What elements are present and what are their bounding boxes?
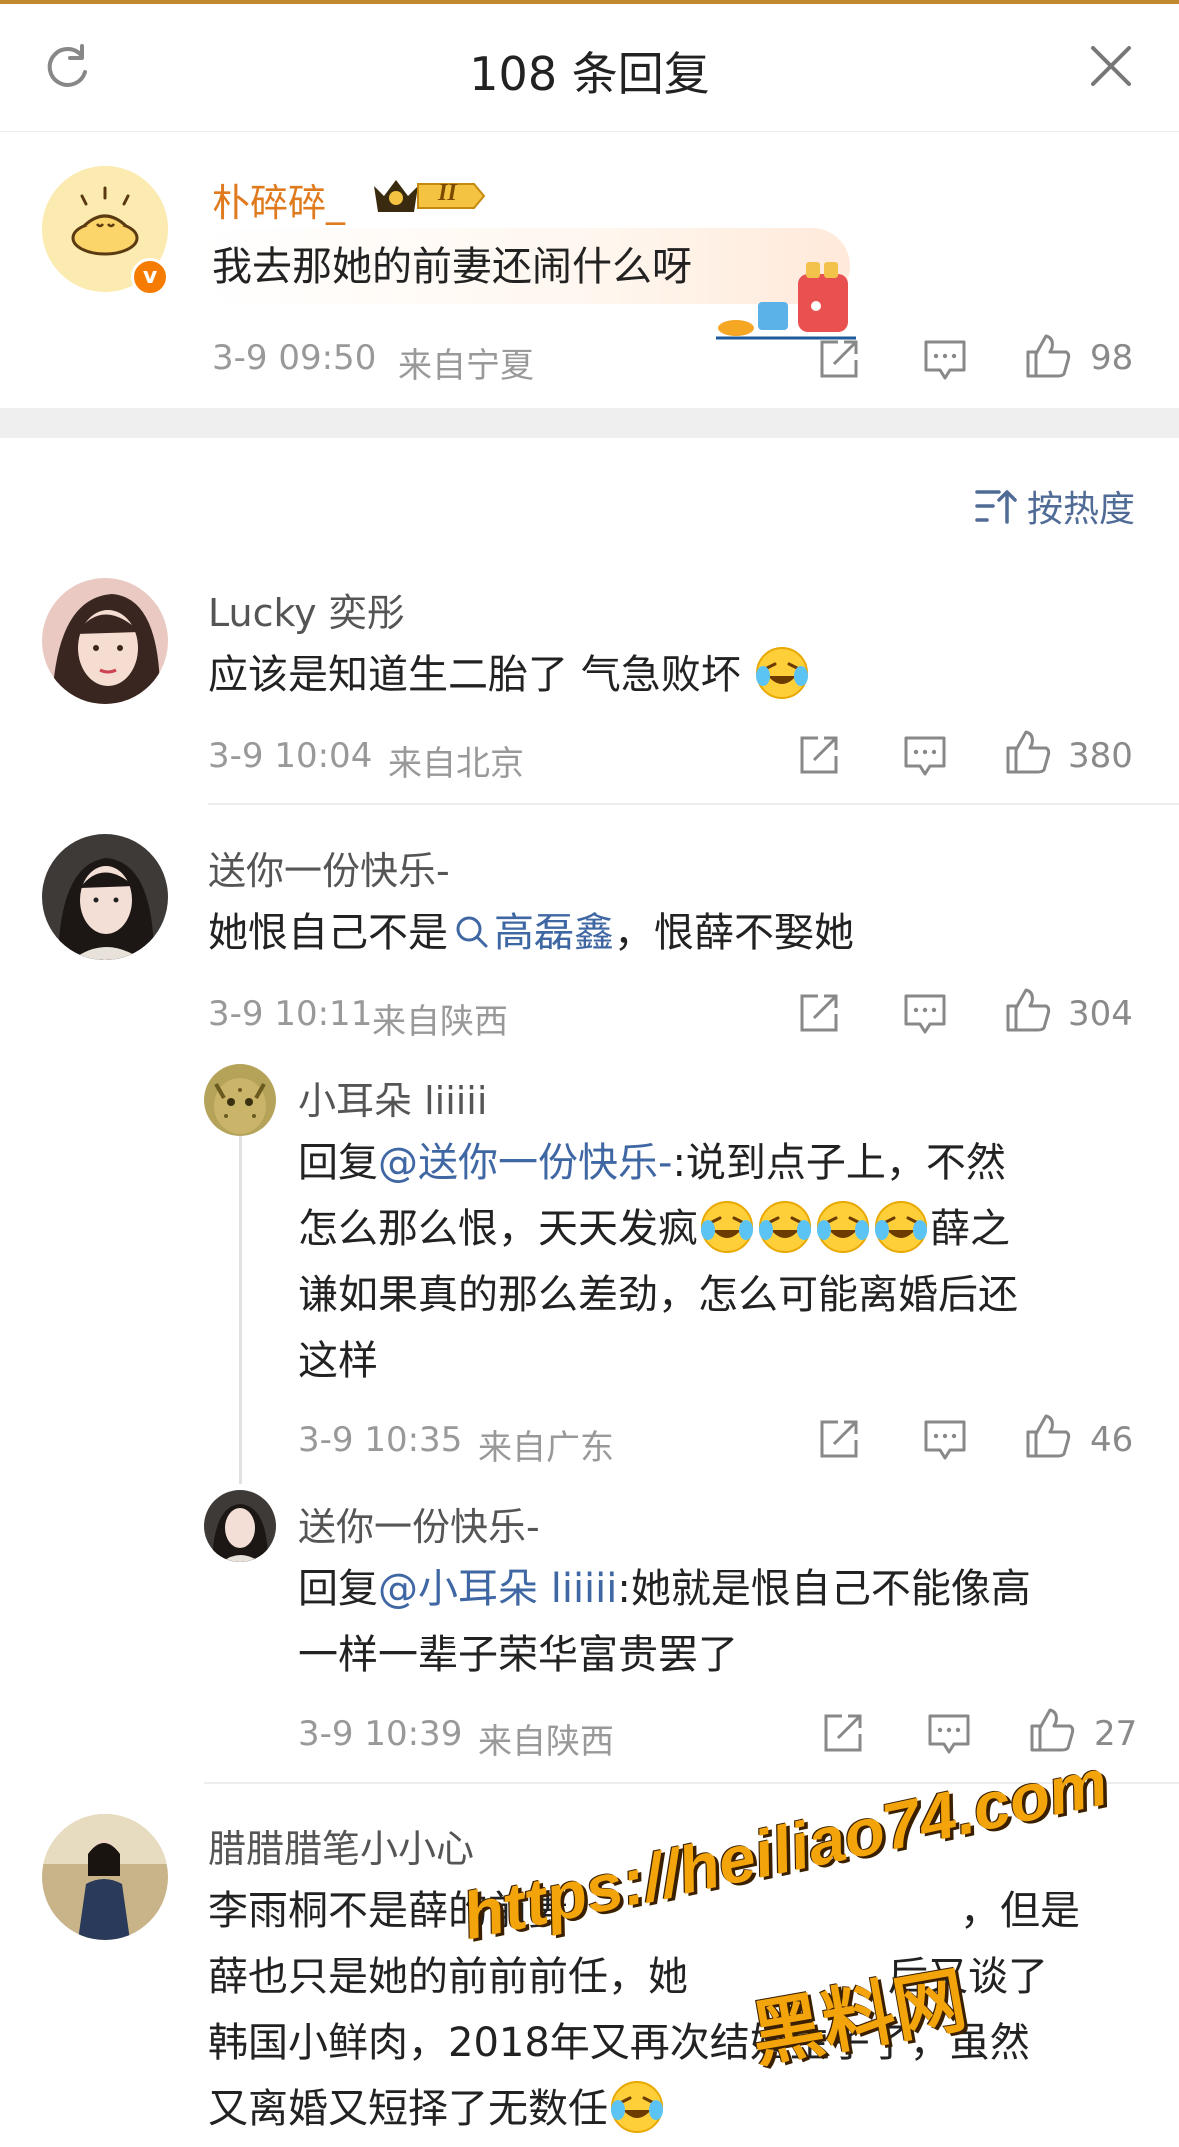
reply-prefix: 回复 <box>298 1566 378 1612</box>
like-count: 98 <box>1090 338 1134 378</box>
top-bar: 108 条回复 <box>0 0 1179 132</box>
reply-text-line: 谦如果真的那么差劲，怎么可能离婚后还 <box>298 1272 1018 1318</box>
laughing-crying-emoji-icon <box>816 1200 870 1254</box>
reply-text: 回复@小耳朵 liiiii:她就是恨自己不能像高 一样一辈子荣华富贵罢了 <box>298 1556 1128 1688</box>
like-count: 46 <box>1090 1420 1134 1460</box>
sort-label: 按热度 <box>1026 489 1135 530</box>
reply-location: 来自广东 <box>478 1428 614 1468</box>
reply-text-line: 这样 <box>298 1338 378 1384</box>
comment-time: 3-9 10:04 <box>208 736 373 776</box>
reply-thread-line <box>239 1132 242 1484</box>
section-separator <box>0 408 1179 438</box>
sort-by-hot-button[interactable]: 按热度 <box>975 480 1135 532</box>
search-icon <box>456 916 488 948</box>
avatar[interactable] <box>42 1814 168 1940</box>
replier-name[interactable]: 小耳朵 liiiii <box>298 1070 487 1125</box>
reply-text-line: 一样一辈子荣华富贵罢了 <box>298 1632 738 1678</box>
comment-location: 来自陕西 <box>372 1002 508 1042</box>
avatar[interactable] <box>204 1064 276 1136</box>
like-icon[interactable] <box>1004 728 1052 776</box>
reply-text-line: :她就是恨自己不能像高 <box>617 1566 1031 1612</box>
like-count: 27 <box>1094 1714 1138 1754</box>
reply-text-line: 怎么那么恨，天天发疯 <box>298 1206 698 1252</box>
comment-icon[interactable] <box>922 338 968 382</box>
reply-text: 回复@送你一份快乐-:说到点子上，不然 怎么那么恨，天天发疯 薛之 谦如果真的那么… <box>298 1130 1128 1394</box>
like-icon[interactable] <box>1028 1706 1076 1754</box>
comment-text: 应该是知道生二胎了 气急败坏 <box>208 642 811 708</box>
comment-text-line: 韩国小鲜肉，2018年又再次结婚生子了，虽然 <box>208 2020 1030 2066</box>
reply-text-line: 薛之 <box>930 1206 1010 1252</box>
avatar[interactable] <box>42 834 168 960</box>
comment-time: 3-9 10:11 <box>208 994 373 1034</box>
comment-divider <box>208 803 1179 805</box>
comment-icon[interactable] <box>902 992 948 1036</box>
comment-location: 来自北京 <box>388 744 524 784</box>
reply-location: 来自陕西 <box>478 1722 614 1762</box>
comment-icon[interactable] <box>922 1418 968 1462</box>
comment-text-part: ，恨薛不娶她 <box>614 910 854 956</box>
share-icon[interactable] <box>796 732 842 778</box>
laughing-crying-emoji-icon <box>700 1200 754 1254</box>
top-accent-strip <box>0 0 1179 4</box>
comment-text: 我去那她的前妻还闹什么呀 <box>212 244 692 290</box>
topic-link-label: 高磊鑫 <box>494 910 614 956</box>
comment-icon[interactable] <box>926 1712 972 1756</box>
comment-text-part: 她恨自己不是 <box>208 910 448 956</box>
comment-text: 她恨自己不是 高磊鑫，恨薛不娶她 <box>208 900 854 966</box>
verified-badge-icon: v <box>131 258 169 296</box>
reply-text-line: :说到点子上，不然 <box>672 1140 1006 1186</box>
laughing-crying-emoji-icon <box>874 1200 928 1254</box>
reply-time: 3-9 10:39 <box>298 1714 463 1754</box>
vip-crown-badge-icon: II <box>370 174 486 218</box>
commenter-name[interactable]: 朴碎碎_ <box>212 172 345 227</box>
comment-time: 3-9 09:50 <box>212 338 377 378</box>
sort-icon <box>975 490 1017 524</box>
mention-link[interactable]: @送你一份快乐- <box>378 1140 672 1186</box>
like-icon[interactable] <box>1024 1412 1072 1460</box>
comment-text: 李雨桐不是薛的前妻 ，但是 薛也只是她的前前前任，她 后又谈了 韩国小鲜肉，2018… <box>208 1878 1148 2142</box>
laughing-crying-emoji-icon <box>610 2080 664 2134</box>
breakfast-sticker-icon <box>716 254 856 344</box>
comment-text-content: 应该是知道生二胎了 气急败坏 <box>208 652 741 698</box>
comment-text-line: 又离婚又短择了无数任 <box>208 2086 608 2132</box>
replier-name[interactable]: 送你一份快乐- <box>298 1496 540 1551</box>
page-title: 108 条回复 <box>469 47 710 101</box>
comment-text-line: 薛也只是她的前前前任，她 <box>208 1954 688 2000</box>
avatar[interactable] <box>42 578 168 704</box>
laughing-crying-emoji-icon <box>758 1200 812 1254</box>
comment-icon[interactable] <box>902 734 948 778</box>
close-icon[interactable] <box>1087 42 1135 90</box>
avatar[interactable] <box>204 1490 276 1562</box>
share-icon[interactable] <box>816 336 862 382</box>
commenter-name[interactable]: 送你一份快乐- <box>208 840 450 895</box>
reply-time: 3-9 10:35 <box>298 1420 463 1460</box>
comment-location: 来自宁夏 <box>398 346 534 386</box>
laughing-crying-emoji-icon <box>755 646 809 700</box>
reply-prefix: 回复 <box>298 1140 378 1186</box>
share-icon[interactable] <box>820 1710 866 1756</box>
topic-link[interactable]: 高磊鑫 <box>448 910 614 956</box>
comment-text-line: ，但是 <box>960 1888 1080 1934</box>
mention-link[interactable]: @小耳朵 liiiii <box>378 1566 617 1612</box>
like-icon[interactable] <box>1024 332 1072 380</box>
like-count: 380 <box>1068 736 1133 776</box>
share-icon[interactable] <box>816 1416 862 1462</box>
commenter-name[interactable]: Lucky 奕彤 <box>208 582 405 637</box>
like-count: 304 <box>1068 994 1133 1034</box>
share-icon[interactable] <box>796 990 842 1036</box>
main-comment: v 朴碎碎_ II 我去那她的前妻还闹什么呀 3-9 09:50 来自宁夏 98 <box>0 132 1179 408</box>
like-icon[interactable] <box>1004 986 1052 1034</box>
commenter-name[interactable]: 腊腊腊笔小小心 <box>208 1818 474 1873</box>
vip-badge-level: II <box>438 180 457 206</box>
